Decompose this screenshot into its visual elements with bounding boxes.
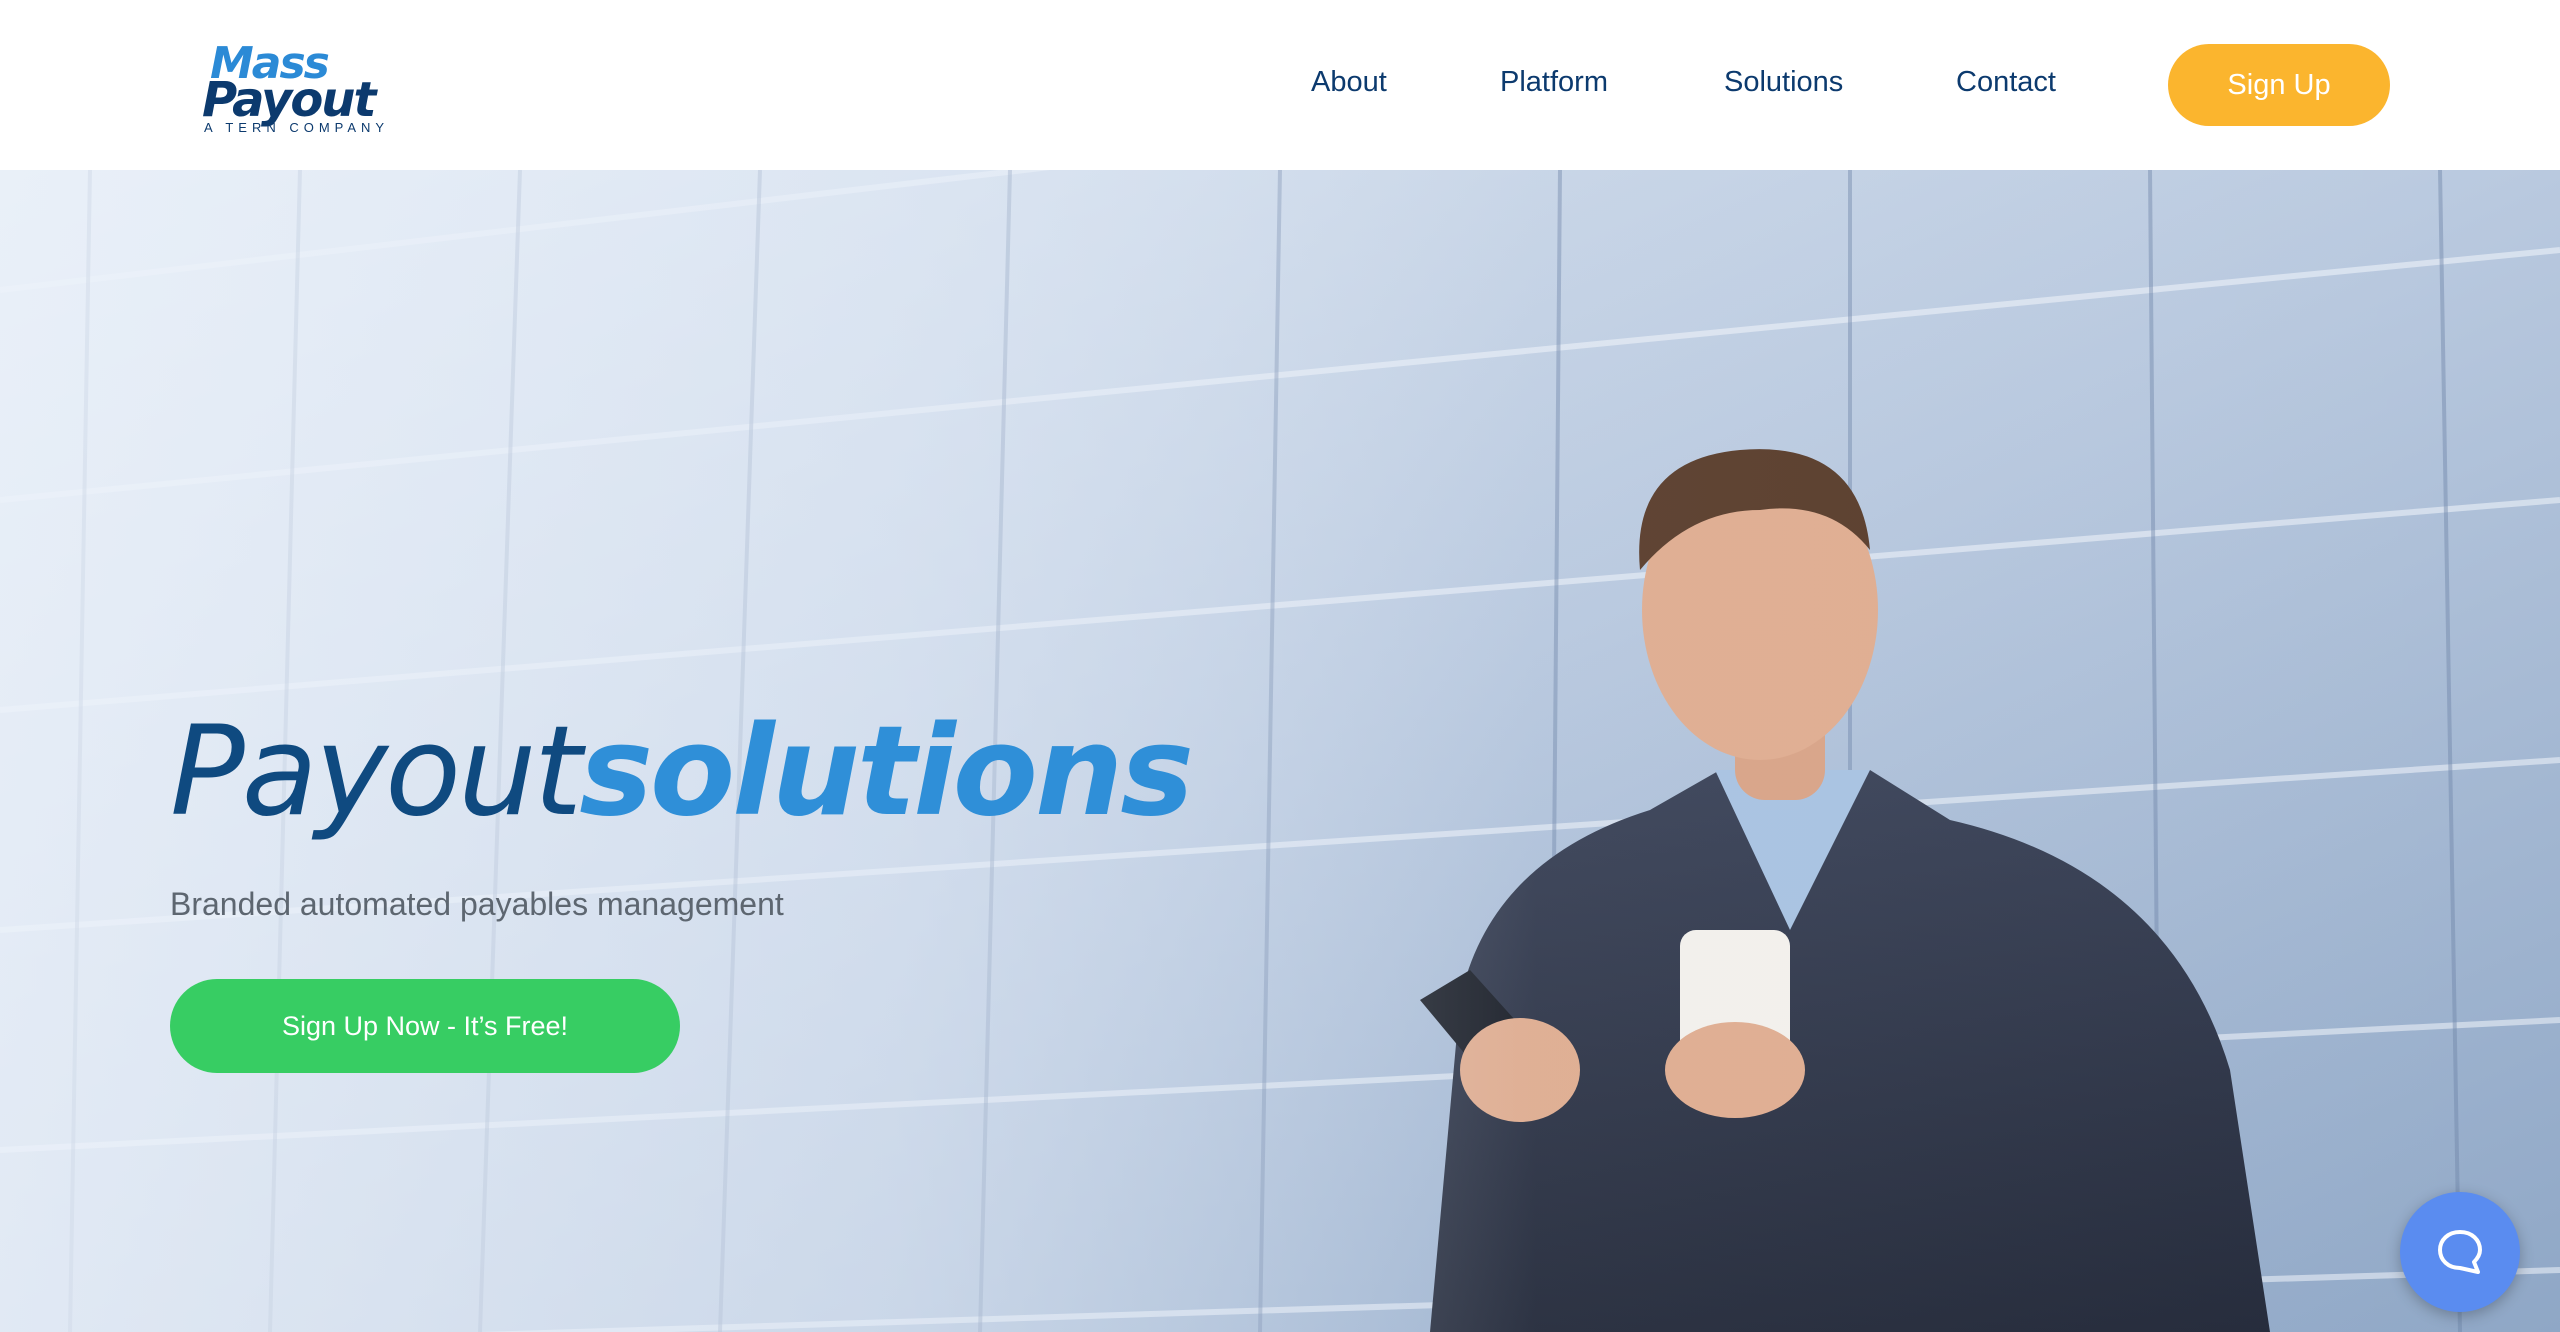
hero-title-light: Payout xyxy=(170,700,582,844)
hero-title-bold: solutions xyxy=(579,700,1194,844)
site-header: Mass Payout A TERN COMPANY About Platfor… xyxy=(0,0,2560,170)
logo-tagline: A TERN COMPANY xyxy=(204,120,390,135)
logo[interactable]: Mass Payout A TERN COMPANY xyxy=(202,38,392,138)
nav-item-solutions[interactable]: Solutions xyxy=(1724,66,1843,99)
nav-item-contact[interactable]: Contact xyxy=(1956,66,2056,99)
sign-up-free-button[interactable]: Sign Up Now - It’s Free! xyxy=(170,979,680,1073)
nav-item-platform[interactable]: Platform xyxy=(1500,66,1608,99)
chat-bubble-icon xyxy=(2438,1230,2482,1274)
chat-launcher-button[interactable] xyxy=(2400,1192,2520,1312)
sign-up-button[interactable]: Sign Up xyxy=(2168,44,2390,126)
hero-title: Payoutsolutions xyxy=(170,710,1194,834)
hero-subtitle: Branded automated payables management xyxy=(170,886,784,922)
hero-section: Payoutsolutions Branded automated payabl… xyxy=(0,170,2560,1332)
nav-item-about[interactable]: About xyxy=(1311,66,1387,99)
